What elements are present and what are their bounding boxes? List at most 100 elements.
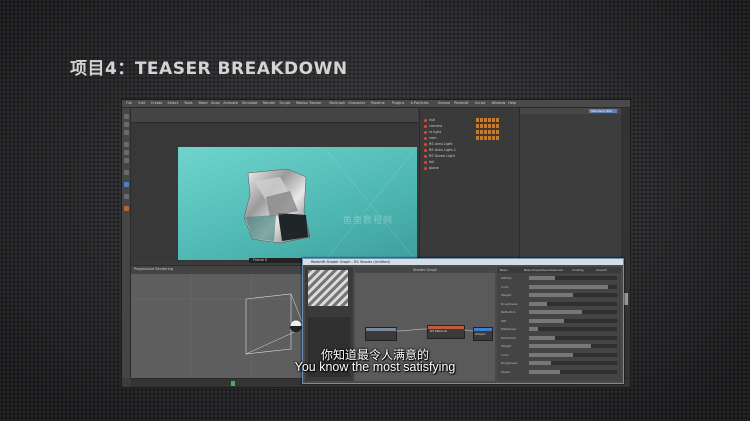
tag-icon[interactable] [484, 136, 487, 140]
tag-icon[interactable] [488, 136, 491, 140]
menu-item[interactable]: Edit [138, 101, 145, 105]
menu-item[interactable]: Pipeline [371, 101, 385, 105]
material-param[interactable]: Roughness [501, 301, 617, 306]
tag-icon[interactable] [480, 118, 483, 122]
playhead[interactable] [231, 381, 235, 386]
tag-icon[interactable] [484, 118, 487, 122]
menu-item[interactable]: Tools [184, 101, 193, 105]
menu-item[interactable]: Select [167, 101, 178, 105]
menu-item[interactable]: File [126, 101, 132, 105]
object-icon [424, 149, 427, 152]
menu-item[interactable]: Simulate [242, 101, 257, 105]
rotate-tool-icon[interactable] [123, 130, 129, 135]
tag-icon[interactable] [484, 124, 487, 128]
material-param[interactable]: Metalness [501, 327, 617, 331]
param-slider[interactable] [529, 318, 617, 323]
scale-tool-icon[interactable] [123, 122, 129, 127]
knife-tool-icon[interactable] [123, 206, 129, 211]
param-slider-fill [529, 276, 556, 280]
param-slider-fill [529, 284, 609, 289]
tag-icon[interactable] [488, 124, 491, 128]
object-row[interactable]: cam [424, 136, 516, 141]
tag-icon[interactable] [480, 136, 483, 140]
tag-icon[interactable] [496, 118, 499, 122]
material-param[interactable]: IOR [501, 318, 617, 323]
tag-icon[interactable] [480, 124, 483, 128]
brush-tool-icon[interactable] [123, 170, 129, 175]
object-name: rs light [429, 130, 442, 134]
material-tab[interactable]: Coating [572, 268, 584, 272]
menu-item[interactable]: Help [508, 101, 516, 105]
menu-item[interactable]: Redshift [454, 101, 468, 105]
object-row[interactable]: rs light [424, 130, 516, 135]
menu-item[interactable]: Plugins [392, 101, 405, 105]
param-slider[interactable] [529, 276, 617, 280]
param-slider[interactable] [529, 284, 617, 289]
material-param[interactable]: Reflection [501, 310, 617, 314]
object-row[interactable]: foil [424, 160, 516, 165]
object-row[interactable]: null [424, 118, 516, 123]
material-tab[interactable]: Advanced [548, 268, 563, 272]
move-tool-icon[interactable] [123, 114, 129, 119]
menu-item[interactable]: Render [263, 101, 275, 105]
menu-item[interactable]: Animate [223, 101, 238, 105]
object-row[interactable]: RS Area Light.1 [424, 148, 516, 153]
param-slider-fill [529, 301, 547, 306]
material-param[interactable]: Diffuse [501, 276, 617, 280]
tag-icon[interactable] [496, 130, 499, 134]
param-slider[interactable] [529, 335, 617, 340]
tag-icon[interactable] [492, 130, 495, 134]
object-row[interactable]: RS Area Light [424, 142, 516, 147]
menu-item[interactable]: Motion Tracker [296, 101, 322, 105]
object-row[interactable]: RS Dome Light [424, 154, 516, 159]
menu-item[interactable]: Create [151, 101, 163, 105]
point-mode-icon[interactable] [123, 158, 129, 163]
menu-item[interactable]: Character [348, 101, 365, 105]
tag-icon[interactable] [488, 130, 491, 134]
layout-selector[interactable]: Standard (RS) [589, 109, 617, 113]
sculpt-tool-icon[interactable] [123, 182, 129, 187]
param-slider[interactable] [529, 310, 617, 314]
tag-icon[interactable] [484, 130, 487, 134]
menu-item[interactable]: X-Particles [411, 101, 429, 105]
param-label: Refraction [501, 335, 517, 340]
menu-item[interactable]: Mesh [199, 101, 208, 105]
edge-mode-icon[interactable] [123, 150, 129, 155]
menu-item[interactable]: Octane [438, 101, 451, 105]
material-param[interactable]: Refraction [501, 335, 617, 340]
param-slider[interactable] [529, 301, 617, 306]
tag-icon[interactable] [492, 124, 495, 128]
object-name: camera [429, 124, 443, 128]
menu-item[interactable]: Snap [211, 101, 220, 105]
material-tab[interactable]: Overall [596, 268, 607, 272]
render-output[interactable]: 鱼鱼教程网 [178, 147, 417, 260]
tag-icon[interactable] [492, 136, 495, 140]
polygon-mode-icon[interactable] [123, 142, 129, 147]
param-slider[interactable] [529, 327, 617, 331]
tag-icon[interactable] [496, 136, 499, 140]
object-row[interactable]: camera [424, 124, 516, 129]
material-tab[interactable]: Base Properties [524, 268, 547, 272]
material-param[interactable]: Color [501, 284, 617, 289]
object-row[interactable]: plane [424, 166, 516, 171]
tag-icon[interactable] [476, 124, 479, 128]
object-icon [424, 161, 427, 164]
magnet-tool-icon[interactable] [123, 194, 129, 199]
tag-icon[interactable] [488, 118, 491, 122]
menu-item[interactable]: Script [475, 101, 485, 105]
material-param[interactable]: Weight [501, 293, 617, 297]
tag-icon[interactable] [476, 118, 479, 122]
left-toolbar [122, 108, 131, 378]
tag-icon[interactable] [476, 130, 479, 134]
menu-item[interactable]: Sculpt [279, 101, 290, 105]
shader-graph-titlebar[interactable]: Redshift Shader Graph - RS Shader (Untit… [303, 259, 623, 265]
material-tab[interactable]: Basic [500, 268, 508, 272]
menu-item[interactable]: MoGraph [329, 101, 345, 105]
tag-icon[interactable] [492, 118, 495, 122]
object-manager: null camera rs light cam RS Area Light RS Are… [419, 108, 519, 263]
tag-icon[interactable] [480, 130, 483, 134]
tag-icon[interactable] [496, 124, 499, 128]
tag-icon[interactable] [476, 136, 479, 140]
menu-item[interactable]: Window [492, 101, 506, 105]
param-slider[interactable] [529, 293, 617, 297]
